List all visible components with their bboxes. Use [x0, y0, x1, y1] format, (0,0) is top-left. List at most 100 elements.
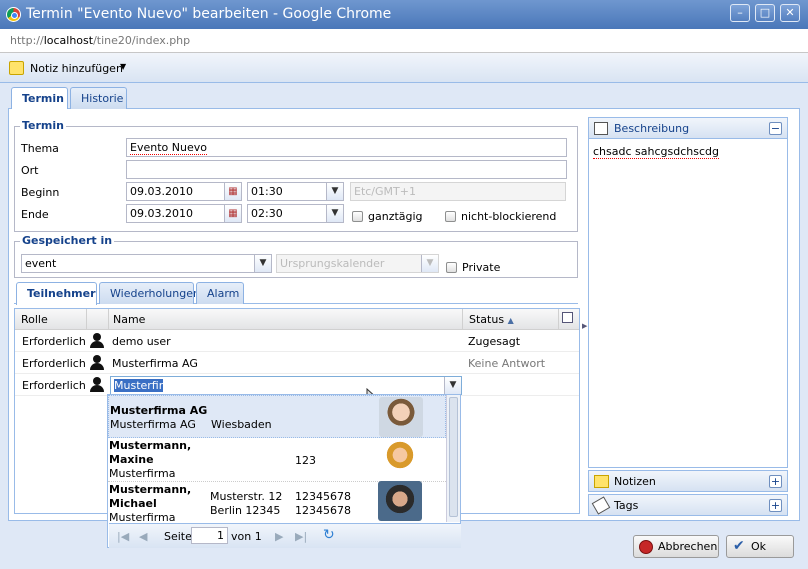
note-icon	[9, 61, 24, 75]
refresh-icon[interactable]: ↻	[323, 527, 335, 543]
row-role: Erforderlich	[22, 357, 86, 370]
chevron-down-icon[interactable]: ▼	[254, 255, 271, 272]
calendar-icon[interactable]: ▦	[224, 205, 241, 222]
nonblocking-checkbox[interactable]	[445, 211, 456, 222]
suggestion-phone: 12345678	[295, 490, 351, 503]
column-header-type[interactable]	[87, 309, 109, 330]
window-title-bar: Termin "Evento Nuevo" bearbeiten - Googl…	[0, 0, 808, 29]
attendee-search-input[interactable]: Musterfir ▼	[110, 376, 462, 395]
contact-photo	[379, 397, 423, 437]
column-header-name[interactable]: Name	[109, 309, 463, 330]
ort-input[interactable]	[126, 160, 567, 179]
ende-date-input[interactable]: 09.03.2010 ▦	[126, 204, 242, 223]
row-status: Zugesagt	[468, 335, 521, 348]
thema-label: Thema	[21, 142, 59, 155]
tags-panel-header[interactable]: Tags +	[588, 494, 788, 516]
last-page-icon[interactable]: ▶|	[295, 530, 307, 543]
suggestion-name-line1: Mustermann,	[109, 483, 192, 496]
dropdown-scrollbar[interactable]	[446, 395, 460, 522]
tab-alarm[interactable]: Alarm	[196, 282, 244, 304]
attendee-search-value: Musterfir	[114, 379, 164, 392]
suggestion-name: Musterfirma AG	[110, 404, 208, 417]
address-bar[interactable]: http://localhost/tine20/index.php	[0, 29, 808, 53]
chevron-down-icon[interactable]: ▼	[326, 183, 343, 200]
chevron-down-icon[interactable]: ▼	[326, 205, 343, 222]
origin-calendar-select: Ursprungskalender ▼	[276, 254, 439, 273]
calendar-icon[interactable]: ▦	[224, 183, 241, 200]
first-page-icon[interactable]: |◀	[117, 530, 129, 543]
row-role: Erforderlich	[22, 379, 86, 392]
row-role: Erforderlich	[22, 335, 86, 348]
table-row[interactable]: Erforderlich Musterfir ▼	[15, 374, 579, 396]
allday-checkbox[interactable]	[352, 211, 363, 222]
tab-teilnehmer[interactable]: Teilnehmer	[16, 282, 97, 305]
prev-page-icon[interactable]: ◀	[139, 530, 147, 543]
tag-icon	[591, 496, 611, 515]
suggestion-item[interactable]: Musterfirma AG Musterfirma AG Wiesbaden	[108, 395, 446, 438]
beginn-label: Beginn	[21, 186, 60, 199]
url-scheme: http://	[10, 34, 44, 47]
description-textarea[interactable]: chsadc sahcgsdchscdg	[588, 139, 788, 468]
tab-termin[interactable]: Termin	[11, 87, 68, 110]
notes-panel-header[interactable]: Notizen +	[588, 470, 788, 492]
saved-in-legend: Gespeichert in	[20, 234, 115, 247]
chevron-down-icon[interactable]: ▼	[444, 377, 461, 394]
beginn-date-input[interactable]: 09.03.2010 ▦	[126, 182, 242, 201]
user-icon	[90, 333, 104, 349]
expand-icon[interactable]: +	[769, 475, 782, 488]
calendar-select[interactable]: event ▼	[21, 254, 272, 273]
close-icon[interactable]: ✕	[780, 4, 800, 22]
beginn-time-value: 01:30	[251, 185, 283, 198]
column-header-status[interactable]: Status ▲	[463, 309, 559, 330]
suggestion-name-line2: Michael	[109, 497, 157, 510]
suggestion-item[interactable]: Mustermann, Michael Musterfirma Musterst…	[108, 481, 446, 524]
expand-icon[interactable]: +	[769, 499, 782, 512]
column-header-role[interactable]: Rolle	[15, 309, 87, 330]
status-header-label: Status	[469, 313, 505, 326]
description-title: Beschreibung	[614, 122, 690, 135]
maximize-icon[interactable]: □	[755, 4, 775, 22]
description-panel-header: Beschreibung −	[588, 117, 788, 139]
splitter-arrow-icon[interactable]: ▶	[582, 322, 587, 330]
grid-menu-icon[interactable]	[559, 309, 579, 330]
contact-photo	[378, 439, 422, 479]
ok-button[interactable]: ✔ Ok	[726, 535, 794, 558]
suggestion-company: Musterfirma AG	[110, 418, 196, 431]
minimize-icon[interactable]: –	[730, 4, 750, 22]
suggestion-street: Musterstr. 12	[210, 490, 283, 503]
page-input[interactable]: 1	[191, 527, 228, 544]
private-checkbox[interactable]	[446, 262, 457, 273]
ende-time-input[interactable]: 02:30 ▼	[247, 204, 344, 223]
suggestion-item[interactable]: Mustermann, Maxine Musterfirma 123	[108, 439, 446, 482]
row-status: Keine Antwort	[468, 357, 546, 370]
main-tabs: Termin Historie	[8, 87, 800, 110]
cancel-icon	[639, 540, 653, 554]
collapse-icon[interactable]: −	[769, 122, 782, 135]
ende-date-value: 09.03.2010	[130, 207, 193, 220]
suggestion-phone2: 12345678	[295, 504, 351, 517]
beginn-time-input[interactable]: 01:30 ▼	[247, 182, 344, 201]
tab-historie[interactable]: Historie	[70, 87, 127, 109]
chevron-down-icon[interactable]: ▼	[120, 62, 126, 71]
next-page-icon[interactable]: ▶	[275, 530, 283, 543]
ort-label: Ort	[21, 164, 39, 177]
attendee-tabs: Teilnehmer Wiederholungen Alarm	[14, 282, 578, 305]
suggestion-name-line1: Mustermann,	[109, 439, 192, 452]
contact-suggestion-dropdown: Musterfirma AG Musterfirma AG Wiesbaden …	[107, 394, 461, 548]
notes-title: Notizen	[614, 475, 656, 488]
row-name: Musterfirma AG	[112, 357, 198, 370]
origin-calendar-placeholder: Ursprungskalender	[280, 257, 385, 270]
toolbar: Notiz hinzufügen ▼	[0, 53, 808, 83]
tab-wiederholungen[interactable]: Wiederholungen	[99, 282, 200, 304]
suggestion-city: Wiesbaden	[211, 418, 272, 431]
table-row[interactable]: Erforderlich Musterfirma AG Keine Antwor…	[15, 352, 579, 374]
url-host: localhost	[43, 34, 94, 47]
cancel-button[interactable]: Abbrechen	[633, 535, 719, 558]
grid-header: Rolle Name Status ▲	[15, 309, 579, 330]
page-label: Seite	[164, 530, 192, 543]
nonblocking-label: nicht-blockierend	[461, 210, 557, 223]
cancel-label: Abbrechen	[658, 540, 718, 553]
thema-input[interactable]: Evento Nuevo	[126, 138, 567, 157]
calendar-select-value: event	[25, 257, 57, 270]
table-row[interactable]: Erforderlich demo user Zugesagt	[15, 330, 579, 352]
